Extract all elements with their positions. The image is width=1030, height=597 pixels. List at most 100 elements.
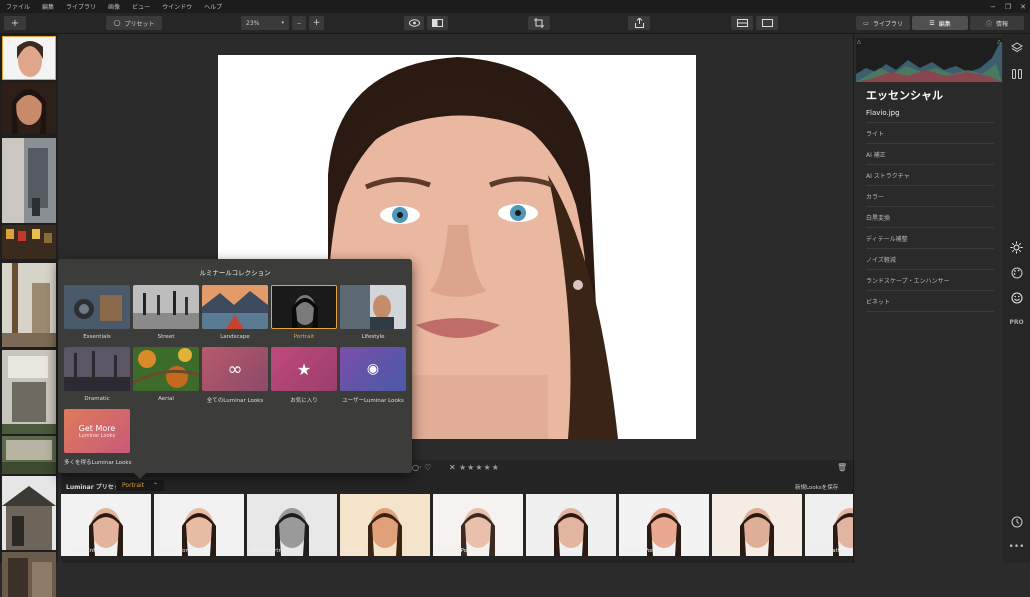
collection-label: Dramatic [84, 396, 110, 402]
preset-thumb[interactable]: Street Matte [805, 494, 853, 556]
user-icon: ◉ [366, 361, 380, 377]
tab-library[interactable]: ▭ ライブラリ [856, 16, 910, 30]
close-icon[interactable]: ✕ [1020, 3, 1026, 11]
tab-library-label: ライブラリ [872, 20, 903, 28]
panel-title: エッセンシャル [866, 89, 943, 102]
popover-title: ルミナールコレクション [199, 269, 271, 277]
preset-thumb[interactable]: AI Face Enhancer [61, 494, 151, 556]
preset-label: Desert [344, 548, 363, 554]
thumbnail[interactable] [2, 350, 56, 434]
thumbnail[interactable] [2, 82, 56, 134]
thumbnail[interactable] [2, 552, 56, 597]
collection-dramatic[interactable]: Dramatic [64, 347, 130, 402]
menu-library[interactable]: ライブラリ [60, 2, 102, 11]
preset-thumb[interactable]: Escape [526, 494, 616, 556]
canvas-icon[interactable] [1009, 66, 1024, 81]
highlight-clip-icon[interactable]: △ [997, 39, 1001, 45]
sun-icon[interactable] [1009, 240, 1024, 255]
collection-label: Landscape [220, 334, 250, 340]
menu-help[interactable]: ヘルプ [198, 2, 228, 11]
single-view-icon[interactable] [756, 16, 778, 30]
zoom-in-button[interactable]: + [309, 16, 324, 30]
preset-label: Female Portrait [623, 548, 665, 554]
zoom-out-button[interactable]: − [292, 16, 306, 30]
collection-all-looks[interactable]: ∞ 全てのLuminar Looks [202, 347, 268, 404]
shadow-clip-icon[interactable]: △ [857, 39, 861, 45]
compare-icon[interactable] [427, 16, 448, 30]
file-name: Flavio.jpg [866, 109, 900, 117]
minimize-icon[interactable]: − [990, 3, 996, 11]
edit-panel: △ △ エッセンシャル Flavio.jpg ライト AI 補正 AI ストラク… [853, 34, 1003, 563]
collection-user-looks[interactable]: ◉ ユーザーLuminar Looks [340, 347, 406, 404]
preset-thumb[interactable]: Artistic Portrait [154, 494, 244, 556]
tab-info[interactable]: ⓘ 情報 [970, 16, 1024, 30]
tool-rail: PRO ••• [1003, 34, 1030, 563]
histogram: △ △ [856, 38, 1002, 82]
menu-image[interactable]: 画像 [102, 2, 126, 11]
collection-favorites[interactable]: ★ お気に入り [271, 347, 337, 404]
window-controls: − ❐ ✕ [990, 0, 1026, 13]
thumbnail[interactable] [2, 138, 56, 223]
add-image-button[interactable]: + [4, 16, 26, 30]
collection-label: Essentials [83, 334, 111, 340]
thumbnail-selected[interactable] [2, 36, 56, 80]
tool-bw[interactable]: 白黒変換 [866, 207, 994, 228]
eye-icon[interactable] [404, 16, 424, 30]
zoom-select[interactable]: 23% ▾ [241, 16, 289, 30]
menu-edit[interactable]: 編集 [36, 2, 60, 11]
share-icon[interactable] [628, 16, 650, 30]
preset-label: Dreamy Portrait [437, 548, 481, 554]
more-icon[interactable]: ••• [1009, 539, 1025, 554]
collection-aerial[interactable]: Aerial [133, 347, 199, 402]
preset-thumb[interactable]: Black Portrait [247, 494, 337, 556]
info-icon: ⓘ [985, 20, 992, 28]
preset-thumb[interactable]: Film [712, 494, 802, 556]
presets-label: プリセット [124, 20, 155, 28]
preset-label: Escape [530, 548, 550, 554]
layers-icon[interactable] [1009, 40, 1024, 55]
collection-landscape[interactable]: Landscape [202, 285, 268, 340]
collection-portrait[interactable]: Portrait [271, 285, 337, 340]
collection-street[interactable]: Street [133, 285, 199, 340]
tool-color[interactable]: カラー [866, 186, 994, 207]
history-icon[interactable] [1009, 514, 1024, 529]
toolbar: + ⎔ プリセット 23% ▾ − + ▭ ライブラリ ☰ 編集 ⓘ 情報 [0, 13, 1030, 34]
menu-file[interactable]: ファイル [0, 2, 36, 11]
presets-button[interactable]: ⎔ プリセット [106, 16, 162, 30]
crop-icon[interactable] [528, 16, 550, 30]
filmstrip-view-icon[interactable] [731, 16, 753, 30]
collection-label: Street [157, 334, 175, 340]
infinity-icon: ∞ [227, 358, 243, 380]
collection-label: 全てのLuminar Looks [206, 398, 264, 404]
tool-ai-structure[interactable]: AI ストラクチャ [866, 165, 994, 186]
tool-denoise[interactable]: ノイズ軽減 [866, 249, 994, 270]
tool-landscape[interactable]: ランドスケープ・エンハンサー [866, 270, 994, 291]
chevron-down-icon: ▾ [281, 20, 284, 26]
tool-light[interactable]: ライト [866, 123, 994, 144]
palette-icon[interactable] [1009, 265, 1024, 280]
tool-ai-enhance[interactable]: AI 補正 [866, 144, 994, 165]
collection-essentials[interactable]: Essentials [64, 285, 130, 340]
tab-edit[interactable]: ☰ 編集 [912, 16, 968, 30]
thumbnail[interactable] [2, 263, 56, 347]
menu-view[interactable]: ビュー [126, 2, 156, 11]
face-icon[interactable] [1009, 290, 1024, 305]
collections-popover: ルミナールコレクション Essentials Street Landscape … [58, 259, 412, 479]
collection-lifestyle[interactable]: Lifestyle [340, 285, 406, 340]
tool-vignette[interactable]: ビネット [866, 291, 994, 312]
menu-bar: ファイル 編集 ライブラリ 画像 ビュー ウインドウ ヘルプ [0, 0, 1030, 13]
tool-details[interactable]: ディテール補整 [866, 228, 994, 249]
thumbnail[interactable] [2, 436, 56, 474]
collection-label: ユーザーLuminar Looks [342, 398, 404, 404]
library-icon: ▭ [863, 19, 869, 27]
get-more-looks[interactable]: Get More Luminar Looks 多くを得るLuminar Look… [64, 409, 131, 466]
restore-icon[interactable]: ❐ [1005, 3, 1011, 11]
thumbnail[interactable] [2, 225, 56, 259]
thumbnail[interactable] [2, 476, 56, 550]
preset-thumb[interactable]: Dreamy Portrait [433, 494, 523, 556]
preset-thumb[interactable]: Desert [340, 494, 430, 556]
pro-icon[interactable]: PRO [1009, 315, 1024, 330]
preset-thumb[interactable]: Female Portrait [619, 494, 709, 556]
star-icon: ★ [296, 359, 312, 379]
menu-window[interactable]: ウインドウ [156, 2, 198, 11]
